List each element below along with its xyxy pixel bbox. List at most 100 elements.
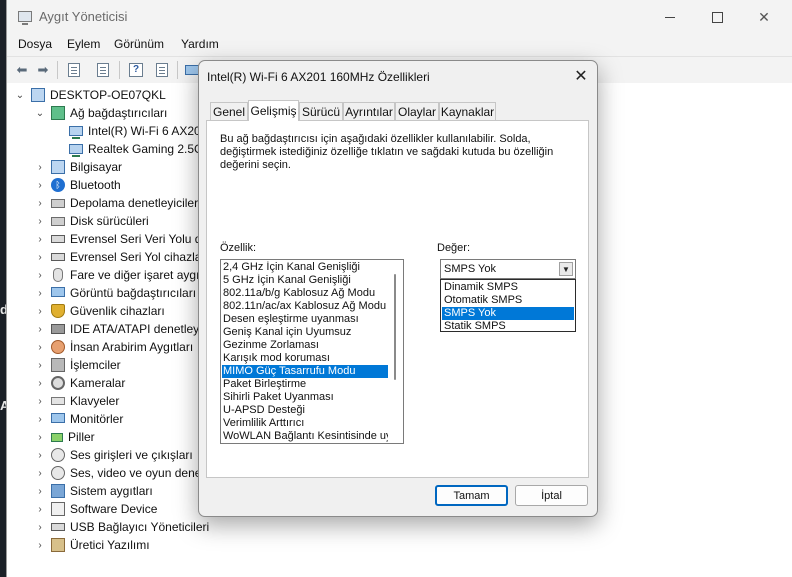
back-button[interactable]: ⬅ (13, 61, 31, 78)
tree-category[interactable]: › Üretici Yazılımı (33, 536, 150, 554)
property-item-selected[interactable]: MIMO Güç Tasarrufu Modu (222, 365, 388, 378)
tree-category[interactable]: › Ses girişleri ve çıkışları (33, 446, 193, 464)
property-item[interactable]: WoWLAN Bağlantı Kesintisinde uy (222, 430, 388, 443)
property-scrollbar[interactable] (389, 260, 403, 443)
dialog-close-button[interactable]: ✕ (569, 65, 593, 87)
chevron-right-icon[interactable]: › (33, 396, 47, 407)
tree-category[interactable]: › Depolama denetleyicileri (33, 194, 200, 212)
property-item[interactable]: 5 GHz İçin Kanal Genişliği (222, 274, 388, 287)
chevron-right-icon[interactable]: › (33, 162, 47, 173)
show-hidden-icon (156, 62, 168, 77)
chevron-right-icon[interactable]: › (33, 522, 47, 533)
tree-category-label: Piller (68, 430, 95, 444)
tree-category-network[interactable]: ⌄ Ağ bağdaştırıcıları (33, 104, 167, 122)
value-options-list[interactable]: Dinamik SMPS Otomatik SMPS SMPS Yok Stat… (440, 279, 576, 332)
chevron-right-icon[interactable]: › (33, 450, 47, 461)
property-listbox[interactable]: 2,4 GHz İçin Kanal Genişliği 5 GHz İçin … (220, 259, 404, 444)
tree-category[interactable]: › Güvenlik cihazları (33, 302, 165, 320)
ok-button[interactable]: Tamam (435, 485, 508, 506)
tree-category-label: Sistem aygıtları (70, 484, 153, 498)
tree-category[interactable]: › Kameralar (33, 374, 125, 392)
value-dropdown[interactable]: SMPS Yok ▼ (440, 259, 576, 279)
tree-category[interactable]: › Sistem aygıtları (33, 482, 153, 500)
properties-button[interactable] (65, 61, 83, 78)
tree-category[interactable]: › USB Bağlayıcı Yöneticileri (33, 518, 209, 536)
cancel-button[interactable]: İptal (515, 485, 588, 506)
menu-view[interactable]: Görünüm (114, 37, 164, 51)
property-item[interactable]: 802.11n/ac/ax Kablosuz Ağ Modu (222, 300, 388, 313)
chevron-down-icon[interactable]: ⌄ (13, 90, 27, 101)
maximize-button[interactable] (694, 0, 740, 34)
property-item[interactable]: U-APSD Desteği (222, 404, 388, 417)
chevron-right-icon[interactable]: › (33, 468, 47, 479)
chevron-right-icon[interactable]: › (33, 306, 47, 317)
tab-driver[interactable]: Sürücü (299, 102, 343, 120)
tree-category[interactable]: › Fare ve diğer işaret aygıtları (33, 266, 219, 284)
chevron-down-icon[interactable]: ⌄ (33, 108, 47, 119)
disk-drive-icon (51, 216, 65, 226)
tab-advanced[interactable]: Gelişmiş (248, 100, 299, 121)
chevron-right-icon[interactable]: › (33, 504, 47, 515)
tab-general[interactable]: Genel (210, 102, 248, 120)
tree-category[interactable]: › ᛒ Bluetooth (33, 176, 121, 194)
chevron-right-icon[interactable]: › (33, 198, 47, 209)
tree-category[interactable]: › Piller (33, 428, 95, 446)
chevron-right-icon[interactable]: › (33, 324, 47, 335)
chevron-right-icon[interactable]: › (33, 216, 47, 227)
tree-category[interactable]: › Evrensel Seri Yol cihazları (33, 248, 208, 266)
property-item[interactable]: 802.11a/b/g Kablosuz Ağ Modu (222, 287, 388, 300)
chevron-right-icon[interactable]: › (33, 360, 47, 371)
tab-resources[interactable]: Kaynaklar (439, 102, 496, 120)
forward-button[interactable]: ➡ (34, 61, 52, 78)
audio-io-icon (51, 448, 65, 462)
property-item[interactable]: Desen eşleştirme uyanması (222, 313, 388, 326)
chevron-right-icon[interactable]: › (33, 234, 47, 245)
menu-file[interactable]: Dosya (18, 37, 52, 51)
chevron-right-icon[interactable]: › (33, 252, 47, 263)
tab-events[interactable]: Olaylar (395, 102, 439, 120)
minimize-icon (665, 16, 675, 18)
chevron-right-icon[interactable]: › (33, 288, 47, 299)
value-option[interactable]: Otomatik SMPS (442, 294, 574, 307)
document-button[interactable] (94, 61, 112, 78)
dropdown-arrow-button[interactable]: ▼ (559, 262, 573, 276)
property-item[interactable]: 2,4 GHz İçin Kanal Genişliği (222, 261, 388, 274)
battery-icon (51, 432, 63, 442)
chevron-right-icon[interactable]: › (33, 414, 47, 425)
show-hidden-button[interactable] (153, 61, 171, 78)
value-option[interactable]: Dinamik SMPS (442, 281, 574, 294)
chevron-right-icon[interactable]: › (33, 486, 47, 497)
property-item[interactable]: Geniş Kanal için Uyumsuz (222, 326, 388, 339)
chevron-right-icon[interactable]: › (33, 342, 47, 353)
value-option-selected[interactable]: SMPS Yok (442, 307, 574, 320)
property-item[interactable]: Paket Birleştirme (222, 378, 388, 391)
property-item[interactable]: Karışık mod koruması (222, 352, 388, 365)
tree-root[interactable]: ⌄ DESKTOP-OE07QKL (13, 86, 166, 104)
chevron-right-icon[interactable]: › (33, 270, 47, 281)
tree-category[interactable]: › Bilgisayar (33, 158, 122, 176)
advanced-tab-panel: Bu ağ bağdaştırıcısı için aşağıdaki özel… (206, 120, 589, 478)
tree-category[interactable]: › Klavyeler (33, 392, 119, 410)
value-option[interactable]: Statik SMPS (442, 320, 574, 333)
tab-details[interactable]: Ayrıntılar (343, 102, 395, 120)
tree-category[interactable]: › Monitörler (33, 410, 123, 428)
tree-category[interactable]: › Software Device (33, 500, 157, 518)
tree-category[interactable]: › İşlemciler (33, 356, 121, 374)
tree-category[interactable]: › Görüntü bağdaştırıcıları (33, 284, 196, 302)
menu-action[interactable]: Eylem (67, 37, 100, 51)
property-item[interactable]: Gezinme Zorlaması (222, 339, 388, 352)
menu-help[interactable]: Yardım (181, 37, 219, 51)
title-bar[interactable]: Aygıt Yöneticisi ✕ (7, 0, 792, 34)
chevron-right-icon[interactable]: › (33, 378, 47, 389)
minimize-button[interactable] (647, 0, 693, 34)
chevron-right-icon[interactable]: › (33, 180, 47, 191)
chevron-right-icon[interactable]: › (33, 432, 47, 443)
property-item[interactable]: Sihirli Paket Uyanması (222, 391, 388, 404)
tree-category[interactable]: › İnsan Arabirim Aygıtları (33, 338, 193, 356)
property-item[interactable]: Verimlilik Arttırıcı (222, 417, 388, 430)
scrollbar-thumb[interactable] (394, 274, 396, 380)
close-window-button[interactable]: ✕ (741, 0, 787, 34)
help-button[interactable]: ? (127, 61, 145, 78)
chevron-right-icon[interactable]: › (33, 540, 47, 551)
tree-category[interactable]: › Disk sürücüleri (33, 212, 148, 230)
